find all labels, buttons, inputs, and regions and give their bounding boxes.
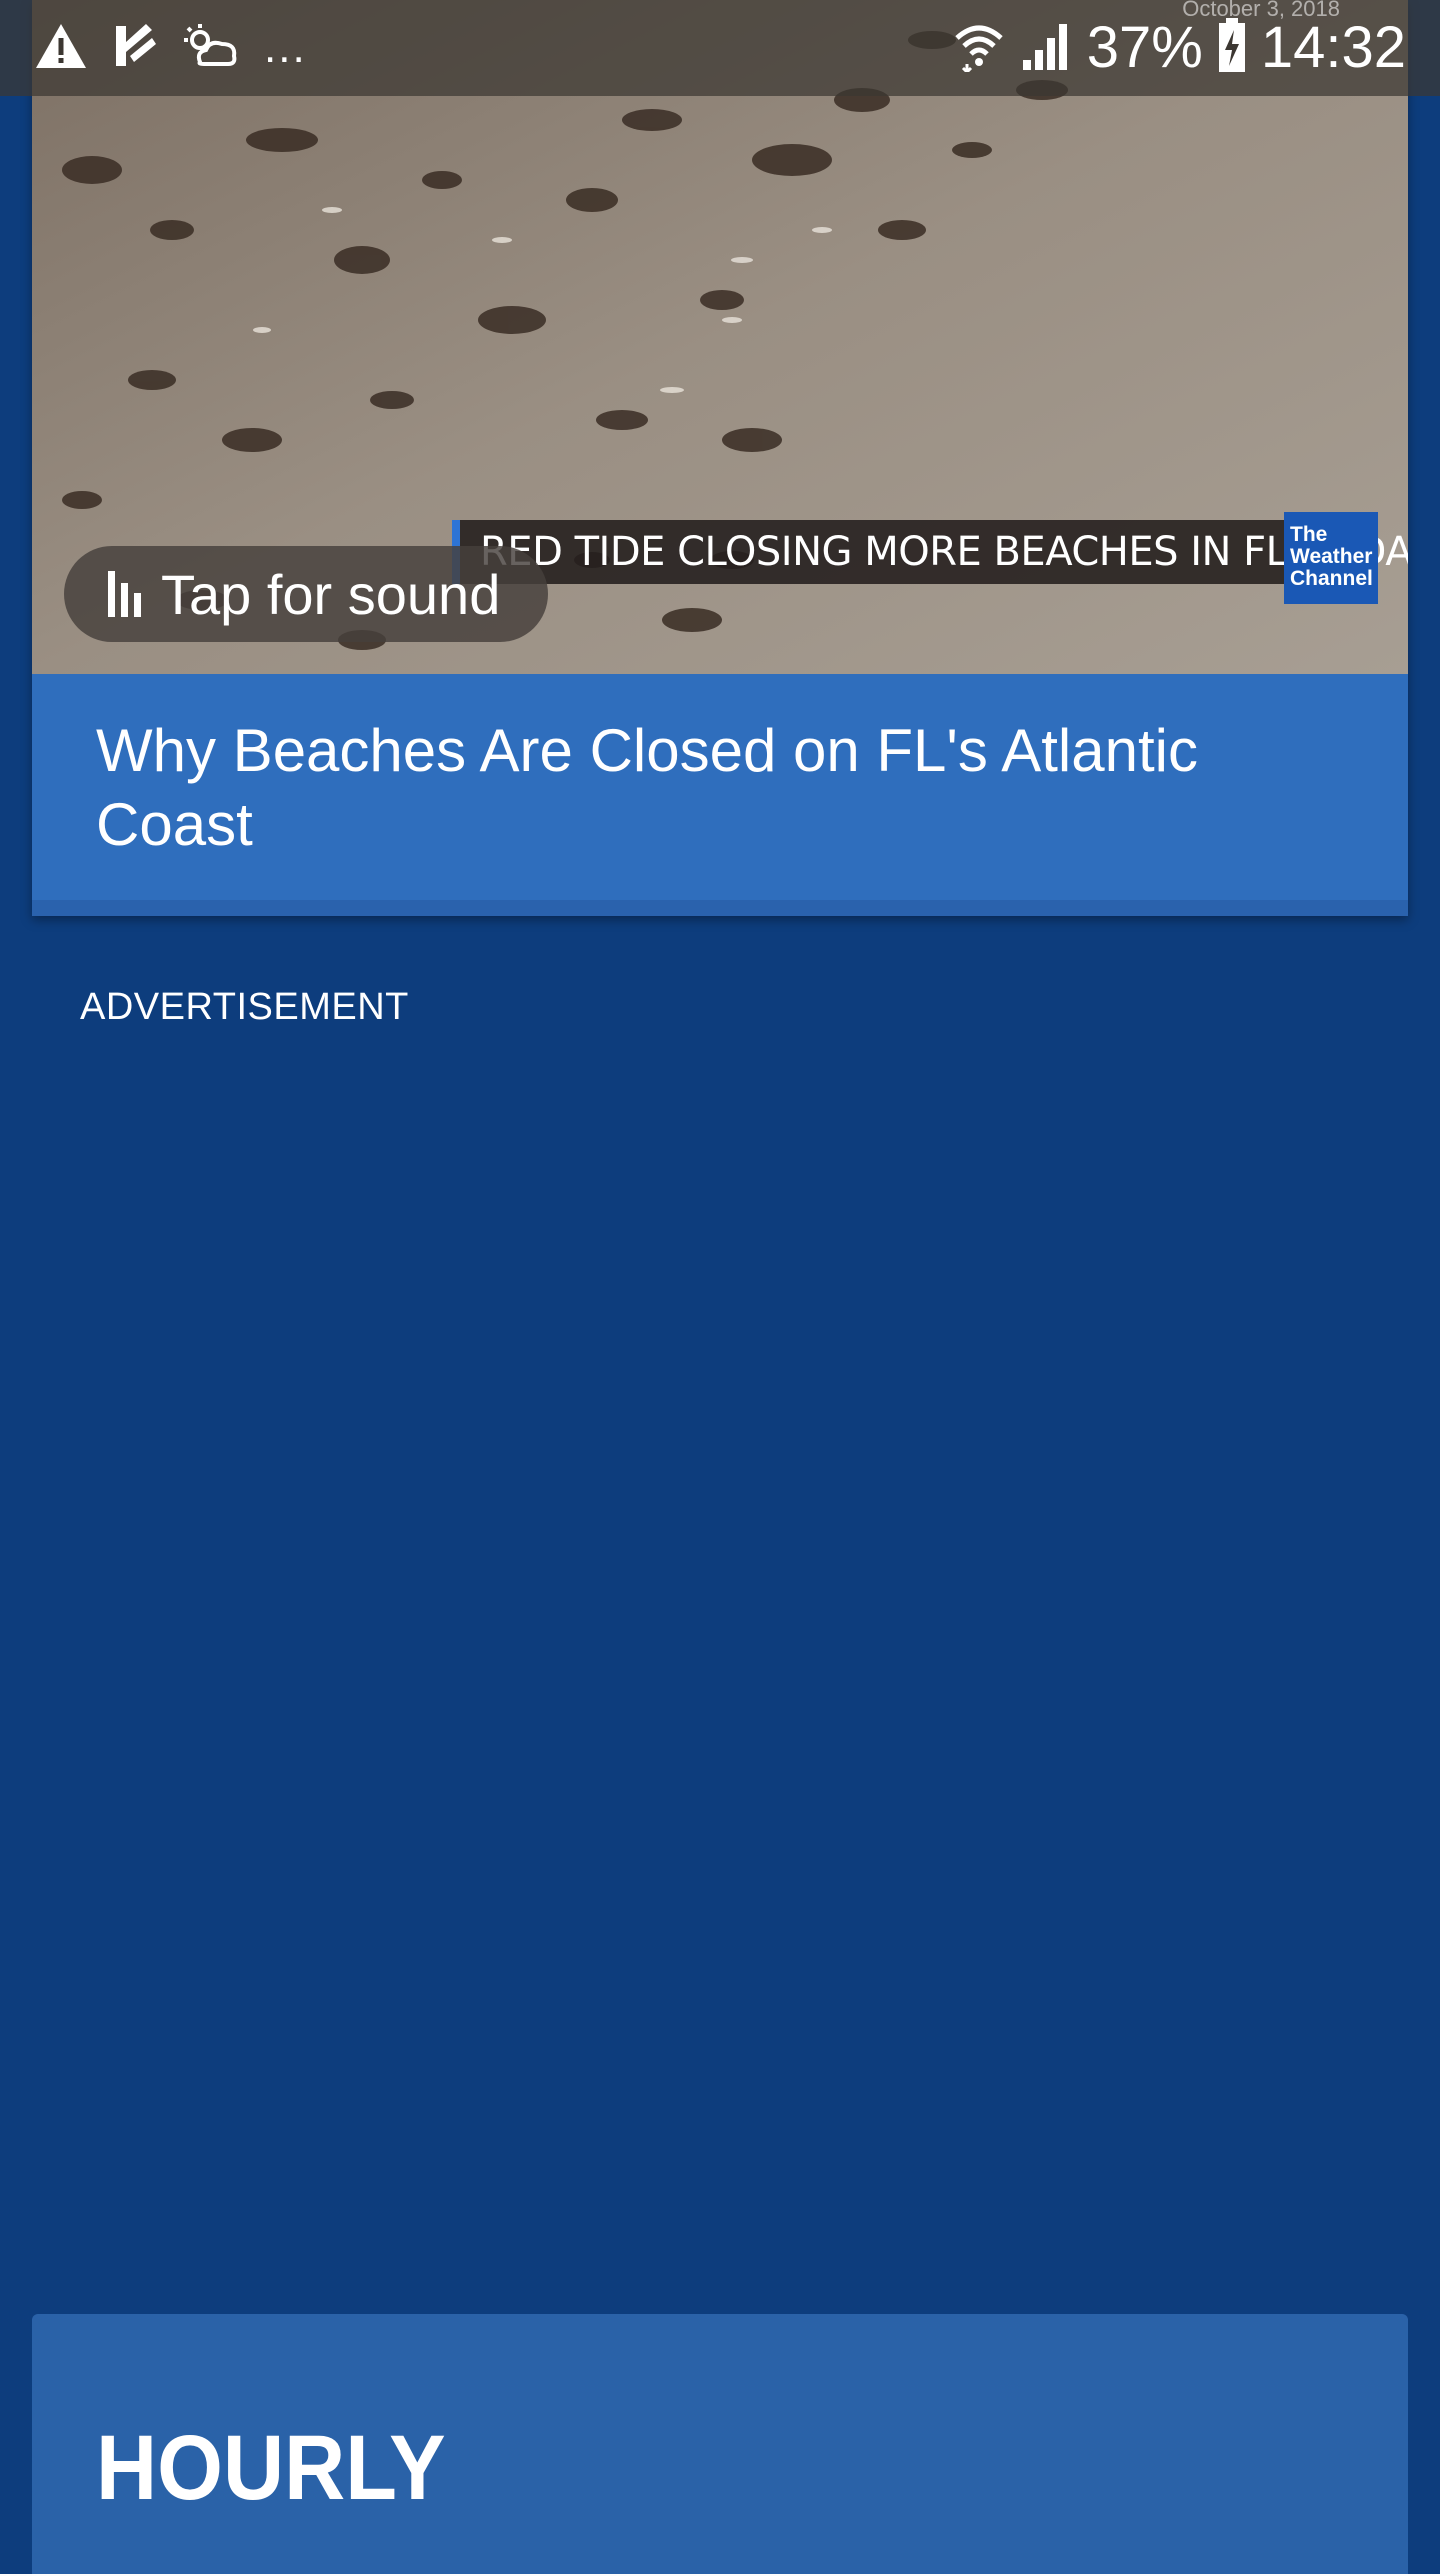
advertisement-label: ADVERTISEMENT [80,986,409,1028]
video-headline[interactable]: Why Beaches Are Closed on FL's Atlantic … [32,674,1408,916]
tap-for-sound-label: Tap for sound [161,562,501,626]
hourly-forecast-card[interactable]: HOURLY [32,2314,1408,2574]
status-left-icons: ... [34,18,307,78]
hourly-title: HOURLY [96,2417,446,2519]
weather-channel-logo: The Weather Channel [1284,512,1378,604]
video-caption-banner: RED TIDE CLOSING MORE BEACHES IN FLORIDA [452,520,1408,584]
video-player[interactable]: RED TIDE CLOSING MORE BEACHES IN FLORIDA… [32,0,1408,674]
check-flag-icon [112,22,158,75]
advertisement-slot[interactable] [32,1050,1408,2250]
clock: 14:32 [1260,15,1406,80]
status-bar: ... October 3, 2018 37% 14:32 [0,0,1440,96]
sound-bars-icon [108,571,141,617]
wifi-icon [953,20,1005,77]
tap-for-sound-button[interactable]: Tap for sound [64,546,548,642]
battery-charging-icon [1217,17,1247,79]
warning-icon [34,22,88,75]
status-right-icons: 37% 14:32 [953,12,1406,84]
battery-percent: 37% [1086,15,1203,80]
status-overflow-indicator: ... [264,23,307,72]
partly-cloudy-icon [182,22,240,75]
signal-icon [1019,20,1073,77]
video-card[interactable]: RED TIDE CLOSING MORE BEACHES IN FLORIDA… [32,0,1408,916]
